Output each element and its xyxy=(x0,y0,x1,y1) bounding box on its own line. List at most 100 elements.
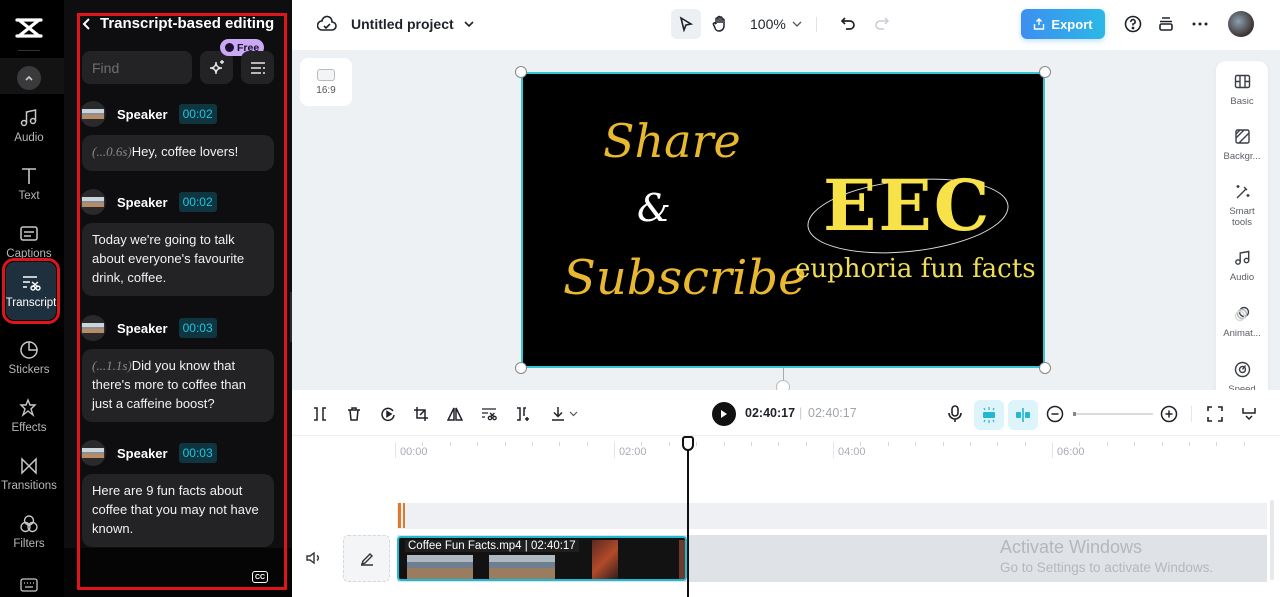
crop-button[interactable] xyxy=(410,403,432,425)
rail-item-stickers[interactable]: Stickers xyxy=(0,330,58,386)
video-clip[interactable]: Coffee Fun Facts.mp4 | 02:40:17 xyxy=(397,536,687,581)
audio-track[interactable] xyxy=(397,503,1267,529)
video-preview[interactable]: Share & Subscribe EEC euphoria fun facts xyxy=(521,72,1045,368)
ruler-minor-tick xyxy=(668,442,670,446)
list-filter-icon xyxy=(250,61,265,74)
layers-stack-icon xyxy=(1159,17,1173,31)
storage-button[interactable] xyxy=(1151,9,1181,39)
rail-item-text[interactable]: Text xyxy=(0,156,58,212)
pause-marker[interactable]: (...0.6s) xyxy=(92,144,132,159)
hand-tool-button[interactable] xyxy=(705,9,735,39)
zoom-out-button[interactable] xyxy=(1044,403,1066,425)
playhead-handle[interactable] xyxy=(682,436,694,451)
transcript-cut-icon xyxy=(482,408,497,421)
reverse-button[interactable] xyxy=(377,403,399,425)
clip-thumbnail xyxy=(407,555,473,579)
cloud-sync-icon[interactable] xyxy=(317,15,337,33)
pause-marker[interactable]: (...1.1s) xyxy=(92,358,132,373)
aspect-ratio-button[interactable]: 16:9 xyxy=(300,58,352,106)
user-avatar[interactable] xyxy=(1228,11,1254,37)
select-tool-button[interactable] xyxy=(671,9,701,39)
track-audio-toggle-icon[interactable] xyxy=(306,551,322,565)
transcript-segment[interactable]: Today we're going to talk about everyone… xyxy=(82,223,274,296)
timeline-ruler[interactable]: 00:00 02:00 04:00 06:00 xyxy=(292,437,1280,467)
rail-item-label: Transcript xyxy=(5,297,57,309)
flip-icon xyxy=(447,407,463,421)
split-button[interactable] xyxy=(309,403,331,425)
collapse-timeline-button[interactable] xyxy=(1238,403,1260,425)
rail-item-transitions[interactable]: Transitions xyxy=(0,446,58,502)
prop-label: Animat... xyxy=(1223,328,1261,339)
zoom-level-select[interactable]: 100% xyxy=(750,16,802,32)
transcript-segment[interactable]: Here are 9 fun facts about coffee that y… xyxy=(82,474,274,547)
prop-background[interactable]: Backgr... xyxy=(1216,128,1268,162)
rail-item-transcript[interactable]: Transcript xyxy=(2,258,60,324)
text-icon xyxy=(22,168,36,184)
rail-item-label: Stickers xyxy=(8,364,50,376)
closed-captions-icon[interactable]: CC xyxy=(252,571,268,583)
keyboard-shortcuts-icon[interactable] xyxy=(20,578,38,592)
resize-handle-bottom-right[interactable] xyxy=(1039,362,1051,374)
timeline-scrollbar[interactable] xyxy=(1270,500,1274,580)
speaker-timestamp[interactable]: 00:02 xyxy=(178,104,217,124)
find-input[interactable] xyxy=(82,51,192,84)
speaker-timestamp[interactable]: 00:03 xyxy=(178,443,217,463)
clip-thumbnail xyxy=(489,555,555,579)
ruler-minor-tick xyxy=(1243,442,1245,446)
crop-icon xyxy=(414,407,428,421)
collapse-up-button[interactable] xyxy=(17,66,41,90)
resize-handle-top-left[interactable] xyxy=(515,66,527,78)
play-button[interactable] xyxy=(712,402,736,426)
main-track-magnet-toggle[interactable] xyxy=(1008,400,1038,430)
rail-item-audio[interactable]: Audio xyxy=(0,98,58,154)
edit-cover-button[interactable] xyxy=(343,535,390,582)
resize-handle-bottom-left[interactable] xyxy=(515,362,527,374)
ruler-label: 06:00 xyxy=(1057,446,1085,458)
capcut-logo-icon[interactable] xyxy=(14,16,44,40)
ruler-minor-tick xyxy=(1188,442,1190,446)
prop-audio[interactable]: Audio xyxy=(1216,249,1268,283)
flip-button[interactable] xyxy=(444,403,466,425)
speaker-avatar xyxy=(80,315,106,341)
back-chevron-icon[interactable] xyxy=(82,17,92,30)
clip-label: Coffee Fun Facts.mp4 | 02:40:17 xyxy=(405,540,579,552)
undo-button[interactable] xyxy=(833,9,863,39)
smart-split-button[interactable] xyxy=(512,403,534,425)
rail-item-filters[interactable]: Filters xyxy=(0,504,58,560)
canvas-stage: 16:9 Share & Subscribe EEC euphoria fun … xyxy=(292,50,1280,394)
prop-basic[interactable]: Basic xyxy=(1216,73,1268,107)
export-button[interactable]: Export xyxy=(1021,9,1105,39)
speaker-timestamp[interactable]: 00:03 xyxy=(178,318,217,338)
resize-handle-top-right[interactable] xyxy=(1039,66,1051,78)
delete-button[interactable] xyxy=(343,403,365,425)
speaker-timestamp[interactable]: 00:02 xyxy=(178,192,217,212)
ruler-minor-tick xyxy=(723,442,725,446)
filter-list-button[interactable] xyxy=(241,51,274,84)
transcript-cut-button[interactable] xyxy=(478,403,500,425)
download-menu-button[interactable] xyxy=(546,403,582,425)
transcript-segment[interactable]: (...0.6s)Hey, coffee lovers! xyxy=(82,135,274,171)
prop-animation[interactable]: Animat... xyxy=(1216,305,1268,339)
audio-marker[interactable] xyxy=(398,503,405,528)
rail-item-effects[interactable]: Effects xyxy=(0,388,58,444)
video-logo-eec: EEC xyxy=(823,164,992,247)
redo-icon xyxy=(875,17,890,30)
rail-divider xyxy=(18,50,40,51)
auto-snap-toggle[interactable] xyxy=(974,400,1004,430)
transitions-icon xyxy=(21,457,37,475)
record-voiceover-button[interactable] xyxy=(944,403,966,425)
upload-icon xyxy=(1034,18,1045,30)
zoom-in-button[interactable] xyxy=(1158,403,1180,425)
timeline-zoom-slider[interactable] xyxy=(1073,412,1153,416)
redo-button[interactable] xyxy=(867,9,897,39)
ruler-minor-tick xyxy=(477,442,479,446)
transcript-segment[interactable]: (...1.1s)Did you know that there's more … xyxy=(82,349,274,422)
help-button[interactable] xyxy=(1118,9,1148,39)
project-name-menu[interactable]: Untitled project xyxy=(351,16,474,32)
fullscreen-button[interactable] xyxy=(1204,403,1226,425)
speaker-name: Speaker xyxy=(117,194,168,210)
more-options-button[interactable] xyxy=(1185,9,1215,39)
animation-icon xyxy=(1234,306,1249,322)
speaker-row: Speaker 00:03 xyxy=(80,315,217,341)
prop-smart-tools[interactable]: Smart tools xyxy=(1216,183,1268,228)
